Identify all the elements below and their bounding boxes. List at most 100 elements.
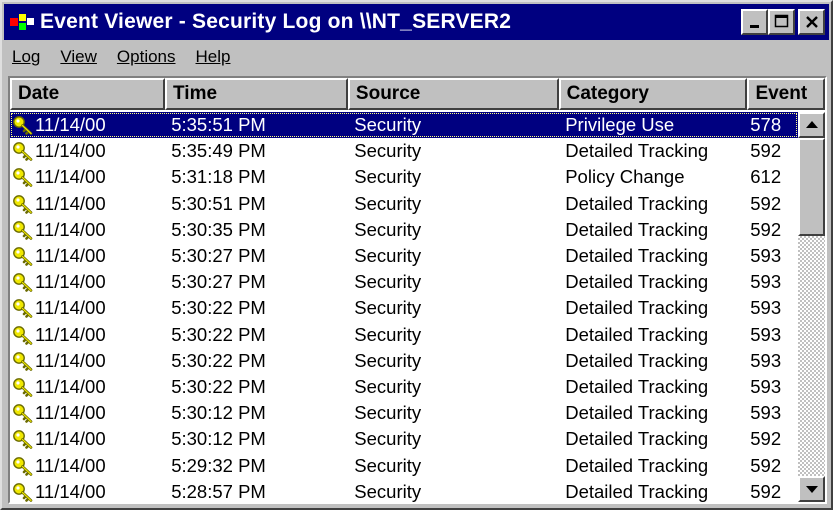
- menu-help-label: Help: [195, 47, 231, 66]
- cell-source: Security: [354, 375, 422, 397]
- arrow-down-icon: [805, 486, 818, 493]
- cell-time: 5:30:12 PM: [171, 402, 266, 424]
- cell-time: 5:28:57 PM: [171, 480, 266, 502]
- cell-time: 5:30:22 PM: [171, 297, 266, 319]
- title-buttons: [741, 9, 825, 35]
- close-icon: [805, 16, 818, 28]
- cell-event: 592: [750, 428, 782, 450]
- date-text: 11/14/00: [35, 192, 106, 214]
- cell-date: 11/14/00: [10, 219, 165, 241]
- minimize-icon: [749, 25, 759, 28]
- table-row[interactable]: 11/14/00 5:30:12 PM Security Detailed Track…: [10, 426, 798, 452]
- cell-category: Detailed Tracking: [565, 349, 709, 371]
- cell-source: Security: [354, 428, 422, 450]
- table-row[interactable]: 11/14/00 5:30:51 PM Security Detailed Track…: [10, 191, 798, 217]
- column-header-event[interactable]: Event: [747, 78, 825, 110]
- cell-event: 592: [750, 454, 782, 476]
- date-text: 11/14/00: [35, 271, 106, 293]
- key-icon: [13, 378, 33, 397]
- cell-time: 5:30:27 PM: [171, 245, 266, 267]
- cell-event: 593: [750, 375, 782, 397]
- cell-source: Security: [354, 480, 422, 502]
- menu-options-label: Options: [116, 47, 176, 66]
- cell-category: Detailed Tracking: [565, 454, 709, 476]
- menu-view-label: View: [60, 47, 97, 66]
- cell-source: Security: [354, 245, 422, 267]
- cell-source: Security: [354, 218, 422, 240]
- cell-date: 11/14/00: [10, 376, 165, 398]
- cell-date: 11/14/00: [10, 193, 165, 215]
- key-icon: [13, 430, 33, 450]
- date-text: 11/14/00: [35, 402, 106, 424]
- key-icon: [13, 142, 33, 162]
- cell-category: Detailed Tracking: [565, 271, 709, 293]
- table-row[interactable]: 11/14/00 5:30:22 PM Security Detailed Track…: [10, 374, 798, 400]
- menu-view[interactable]: View: [50, 47, 107, 67]
- date-text: 11/14/00: [35, 218, 106, 240]
- cell-date: 11/14/00: [10, 166, 165, 188]
- date-text: 11/14/00: [35, 297, 106, 319]
- column-header-source[interactable]: Source: [347, 78, 559, 110]
- cell-time: 5:30:12 PM: [171, 428, 266, 450]
- date-text: 11/14/00: [35, 349, 106, 371]
- close-button[interactable]: [798, 9, 825, 35]
- key-icon: [13, 168, 33, 188]
- cell-date: 11/14/00: [10, 271, 165, 293]
- key-icon: [13, 220, 33, 240]
- key-icon: [13, 456, 33, 476]
- title-bar[interactable]: Event Viewer - Security Log on \\NT_SERV…: [4, 4, 829, 40]
- cell-time: 5:30:22 PM: [171, 349, 266, 371]
- table-row[interactable]: 11/14/00 5:30:22 PM Security Detailed Track…: [10, 348, 798, 374]
- date-text: 11/14/00: [35, 166, 106, 188]
- event-viewer-icon[interactable]: [10, 12, 36, 32]
- column-header-category[interactable]: Category: [558, 78, 748, 110]
- menu-options[interactable]: Options: [107, 47, 186, 67]
- date-text: 11/14/00: [35, 114, 106, 136]
- minimize-button[interactable]: [741, 9, 768, 35]
- date-text: 11/14/00: [35, 245, 106, 267]
- menu-log-label: Log: [12, 47, 41, 66]
- table-row[interactable]: 11/14/00 5:35:51 PM Security Privilege Use 5…: [10, 112, 798, 139]
- menu-help[interactable]: Help: [186, 47, 241, 67]
- window-title: Event Viewer - Security Log on \\NT_SERV…: [40, 10, 512, 33]
- maximize-button[interactable]: [768, 9, 795, 35]
- table-row[interactable]: 11/14/00 5:29:32 PM Security Detailed Track…: [10, 452, 798, 478]
- cell-source: Security: [354, 140, 422, 162]
- cell-category: Detailed Tracking: [565, 218, 709, 240]
- cell-time: 5:35:51 PM: [171, 114, 266, 136]
- date-text: 11/14/00: [35, 375, 106, 397]
- column-header-date[interactable]: Date: [10, 78, 166, 110]
- table-row[interactable]: 11/14/00 5:30:27 PM Security Detailed Track…: [10, 269, 798, 295]
- menu-log[interactable]: Log: [4, 47, 50, 67]
- cell-source: Security: [354, 349, 422, 371]
- key-icon: [13, 273, 33, 293]
- cell-event: 592: [750, 192, 782, 214]
- cell-time: 5:30:22 PM: [171, 323, 266, 345]
- date-text: 11/14/00: [35, 454, 106, 476]
- cell-category: Detailed Tracking: [565, 140, 709, 162]
- table-row[interactable]: 11/14/00 5:30:12 PM Security Detailed Track…: [10, 400, 798, 426]
- cell-time: 5:30:27 PM: [171, 271, 266, 293]
- event-list[interactable]: Date Time Source Category Event 11/14/00…: [8, 76, 827, 504]
- scroll-down-button[interactable]: [798, 476, 825, 502]
- key-icon: [13, 247, 33, 266]
- vertical-scrollbar[interactable]: [798, 112, 825, 502]
- cell-category: Privilege Use: [565, 114, 675, 136]
- column-header-time[interactable]: Time: [165, 78, 348, 110]
- cell-source: Security: [354, 114, 422, 136]
- cell-category: Detailed Tracking: [565, 375, 709, 397]
- key-icon: [13, 482, 33, 502]
- cell-date: 11/14/00: [10, 455, 165, 477]
- table-row[interactable]: 11/14/00 5:30:27 PM Security Detailed Track…: [10, 243, 798, 269]
- scroll-up-button[interactable]: [798, 112, 825, 138]
- table-row[interactable]: 11/14/00 5:30:22 PM Security Detailed Track…: [10, 295, 798, 321]
- cell-time: 5:31:18 PM: [171, 166, 266, 188]
- table-row[interactable]: 11/14/00 5:30:22 PM Security Detailed Track…: [10, 322, 798, 348]
- scrollbar-thumb[interactable]: [798, 138, 825, 236]
- menu-bar: Log View Options Help: [4, 42, 829, 72]
- table-row[interactable]: 11/14/00 5:30:35 PM Security Detailed Track…: [10, 217, 798, 243]
- table-row[interactable]: 11/14/00 5:28:57 PM Security Detailed Track…: [10, 479, 798, 502]
- table-row[interactable]: 11/14/00 5:35:49 PM Security Detailed Track…: [10, 138, 798, 164]
- table-row[interactable]: 11/14/00 5:31:18 PM Security Policy Change 6…: [10, 164, 798, 190]
- date-text: 11/14/00: [35, 323, 106, 345]
